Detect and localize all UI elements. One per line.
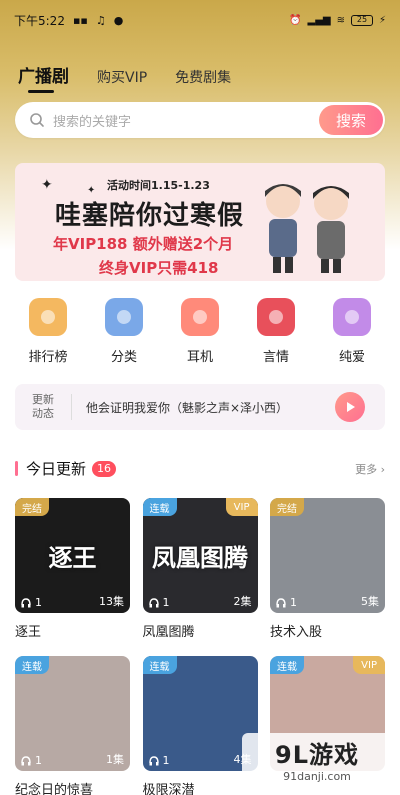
radio-icon — [29, 298, 67, 336]
play-count: 1 — [276, 596, 297, 609]
wifi-icon: ≋ — [336, 14, 345, 26]
tab-free-episodes[interactable]: 免费剧集 — [175, 67, 231, 87]
play-button[interactable] — [335, 392, 365, 422]
search-input[interactable]: 搜索的关键字 — [53, 111, 131, 130]
status-time: 下午5:22 — [14, 13, 65, 28]
lollipop-icon — [333, 298, 371, 336]
top-nav: 广播剧 购买VIP 免费剧集 — [18, 62, 231, 93]
category-label: 纯爱 — [338, 350, 365, 365]
message-icon: ▪▪ — [72, 13, 88, 27]
alarm-icon: ⏰ — [289, 14, 302, 26]
drama-card[interactable]: 连载 1 1集纪念日的惊喜 — [15, 656, 130, 795]
star-icon: ✦ — [41, 177, 53, 193]
drama-title[interactable]: 凤凰图腾 — [143, 621, 258, 640]
episode-count: 13集 — [99, 595, 124, 608]
banner-date: 活动时间1.15-1.23 — [107, 179, 210, 192]
drama-title[interactable]: 纪念日的惊喜 — [15, 779, 130, 795]
search-icon — [30, 113, 44, 127]
ticker-tag: 更新动态 — [32, 393, 54, 420]
tab-buy-vip[interactable]: 购买VIP — [97, 67, 147, 87]
play-count: 1 — [148, 596, 170, 609]
tab-radio-drama[interactable]: 广播剧 — [18, 62, 69, 93]
category-headphones[interactable]: 耳机 — [168, 298, 232, 365]
drama-card[interactable]: 完结 1 5集技术入股 — [270, 498, 385, 640]
section-accent-bar — [15, 461, 18, 476]
cover-title: 凤凰图腾 — [152, 544, 248, 572]
status-badge: 连载 — [142, 656, 177, 674]
q-icon: ● — [113, 13, 124, 27]
drama-title[interactable]: 逐王 — [15, 621, 130, 640]
category-bl[interactable]: 纯爱 — [320, 298, 384, 365]
charging-icon: ⚡ — [378, 14, 386, 26]
status-badge: 完结 — [270, 498, 304, 516]
play-count: 1 — [148, 754, 170, 767]
category-category[interactable]: 分类 — [92, 298, 156, 365]
drama-title[interactable]: 技术入股 — [270, 621, 385, 640]
drama-card[interactable]: 连载14集极限深潜 — [142, 656, 258, 795]
ticker-divider — [71, 394, 72, 420]
banner-headline: 哇塞陪你过寒假 — [55, 201, 245, 231]
banner-characters-illustration — [265, 184, 349, 273]
search-button[interactable]: 搜索 — [319, 105, 383, 135]
drama-cover[interactable]: 完结 1 5集 — [270, 498, 385, 613]
drama-cover[interactable]: 连载 VIP 凤凰图腾 1 2集 — [142, 498, 258, 613]
play-count: 1 — [21, 596, 42, 609]
more-link[interactable]: 更多 › — [355, 461, 385, 477]
play-icon — [347, 402, 355, 412]
headphones-icon — [21, 755, 31, 765]
category-label: 耳机 — [186, 350, 213, 365]
episode-count: 5集 — [361, 595, 379, 608]
status-badge: 连载 — [270, 656, 304, 674]
today-updates-header: 今日更新 16 更多 › — [15, 458, 385, 479]
drama-card[interactable]: 连载 VIP 凤凰图腾 1 2集 凤凰图腾 — [142, 498, 258, 640]
watermark-url: 91danji.com — [283, 770, 351, 783]
category-row: 排行榜 分类 耳机 言情 纯爱 — [0, 298, 400, 365]
cover-title: 逐王 — [48, 544, 97, 572]
headphones-icon — [148, 597, 159, 607]
play-count: 1 — [21, 754, 42, 767]
lips-icon — [257, 298, 295, 336]
category-ranking[interactable]: 排行榜 — [16, 298, 80, 365]
drama-cover[interactable]: 连载14集 — [142, 656, 258, 771]
status-bar: 下午5:22 ▪▪ ♫ ● ⏰ ▂▄▆ ≋ 25 ⚡ — [0, 0, 400, 40]
banner-offer-lifetime: 终身VIP只需418 — [99, 259, 219, 277]
watermark-logo: 9L游戏 — [275, 741, 359, 769]
status-badge: 连载 — [142, 498, 177, 516]
drama-title[interactable]: 极限深潜 — [143, 779, 258, 795]
category-label: 言情 — [262, 350, 289, 365]
headphones-icon — [148, 755, 159, 765]
category-label: 排行榜 — [28, 350, 68, 365]
update-count-badge: 16 — [92, 460, 117, 477]
battery-icon: 25 — [350, 14, 373, 26]
plant-icon — [181, 298, 219, 336]
ticker-text[interactable]: 他会证明我爱你（魅影之声×泽小西） — [86, 399, 288, 416]
headphones-icon — [276, 597, 286, 607]
episode-count: 2集 — [233, 595, 252, 608]
signal-icon: ▂▄▆ — [307, 14, 331, 26]
drama-card[interactable]: 完结 逐王 1 13集 逐王 — [15, 498, 130, 640]
status-badge: 连载 — [15, 656, 49, 674]
headphones-icon — [21, 597, 31, 607]
vip-badge: VIP — [225, 498, 258, 516]
folder-icon — [105, 298, 143, 336]
category-label: 分类 — [110, 350, 137, 365]
section-title: 今日更新 — [26, 460, 87, 478]
drama-cover[interactable]: 连载 1 1集 — [15, 656, 130, 771]
vip-badge: VIP — [353, 656, 385, 674]
promo-banner[interactable]: ✦ ✦ 活动时间1.15-1.23 哇塞陪你过寒假 年VIP188 额外赠送2个… — [15, 163, 385, 281]
status-badge: 完结 — [15, 498, 49, 516]
music-icon: ♫ — [95, 13, 106, 27]
episode-count: 1集 — [106, 753, 124, 766]
site-watermark: 9L游戏 91danji.com — [242, 733, 392, 785]
search-bar[interactable]: 搜索的关键字 搜索 — [15, 102, 385, 138]
category-romance[interactable]: 言情 — [244, 298, 308, 365]
drama-cover[interactable]: 完结逐王 1 13集 — [15, 498, 130, 613]
update-ticker[interactable]: 更新动态 他会证明我爱你（魅影之声×泽小西） — [15, 384, 385, 430]
banner-offer-annual: 年VIP188 额外赠送2个月 — [53, 235, 234, 253]
